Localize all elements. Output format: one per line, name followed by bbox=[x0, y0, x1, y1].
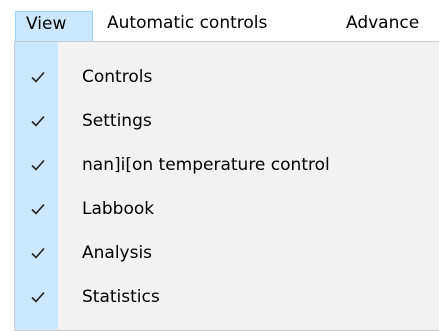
menu-automatic-controls[interactable]: Automatic controls bbox=[107, 11, 267, 42]
menu-item-controls[interactable]: Controls bbox=[15, 60, 439, 96]
menu-advanced[interactable]: Advance bbox=[346, 11, 419, 42]
checkmark-icon bbox=[30, 113, 46, 129]
menu-item-temperature-control[interactable]: nan]i[on temperature control bbox=[15, 148, 439, 184]
menu-bar: View Automatic controls Advance bbox=[0, 0, 439, 42]
menu-item-label: Analysis bbox=[82, 243, 153, 263]
checkmark-icon bbox=[30, 289, 46, 305]
view-dropdown-menu: Controls Settings nan]i[on temperature c… bbox=[14, 41, 439, 331]
menu-item-settings[interactable]: Settings bbox=[15, 104, 439, 140]
menu-item-label: nan]i[on temperature control bbox=[82, 155, 330, 175]
menu-item-label: Controls bbox=[82, 67, 153, 87]
menu-view[interactable]: View bbox=[15, 11, 93, 42]
menu-item-analysis[interactable]: Analysis bbox=[15, 236, 439, 272]
menu-item-labbook[interactable]: Labbook bbox=[15, 192, 439, 228]
menu-item-statistics[interactable]: Statistics bbox=[15, 280, 439, 316]
checkmark-icon bbox=[30, 245, 46, 261]
menu-item-label: Statistics bbox=[82, 287, 160, 307]
menu-item-label: Labbook bbox=[82, 199, 155, 219]
checkmark-icon bbox=[30, 201, 46, 217]
menu-item-label: Settings bbox=[82, 111, 152, 131]
checkmark-icon bbox=[30, 69, 46, 85]
checkmark-icon bbox=[30, 157, 46, 173]
